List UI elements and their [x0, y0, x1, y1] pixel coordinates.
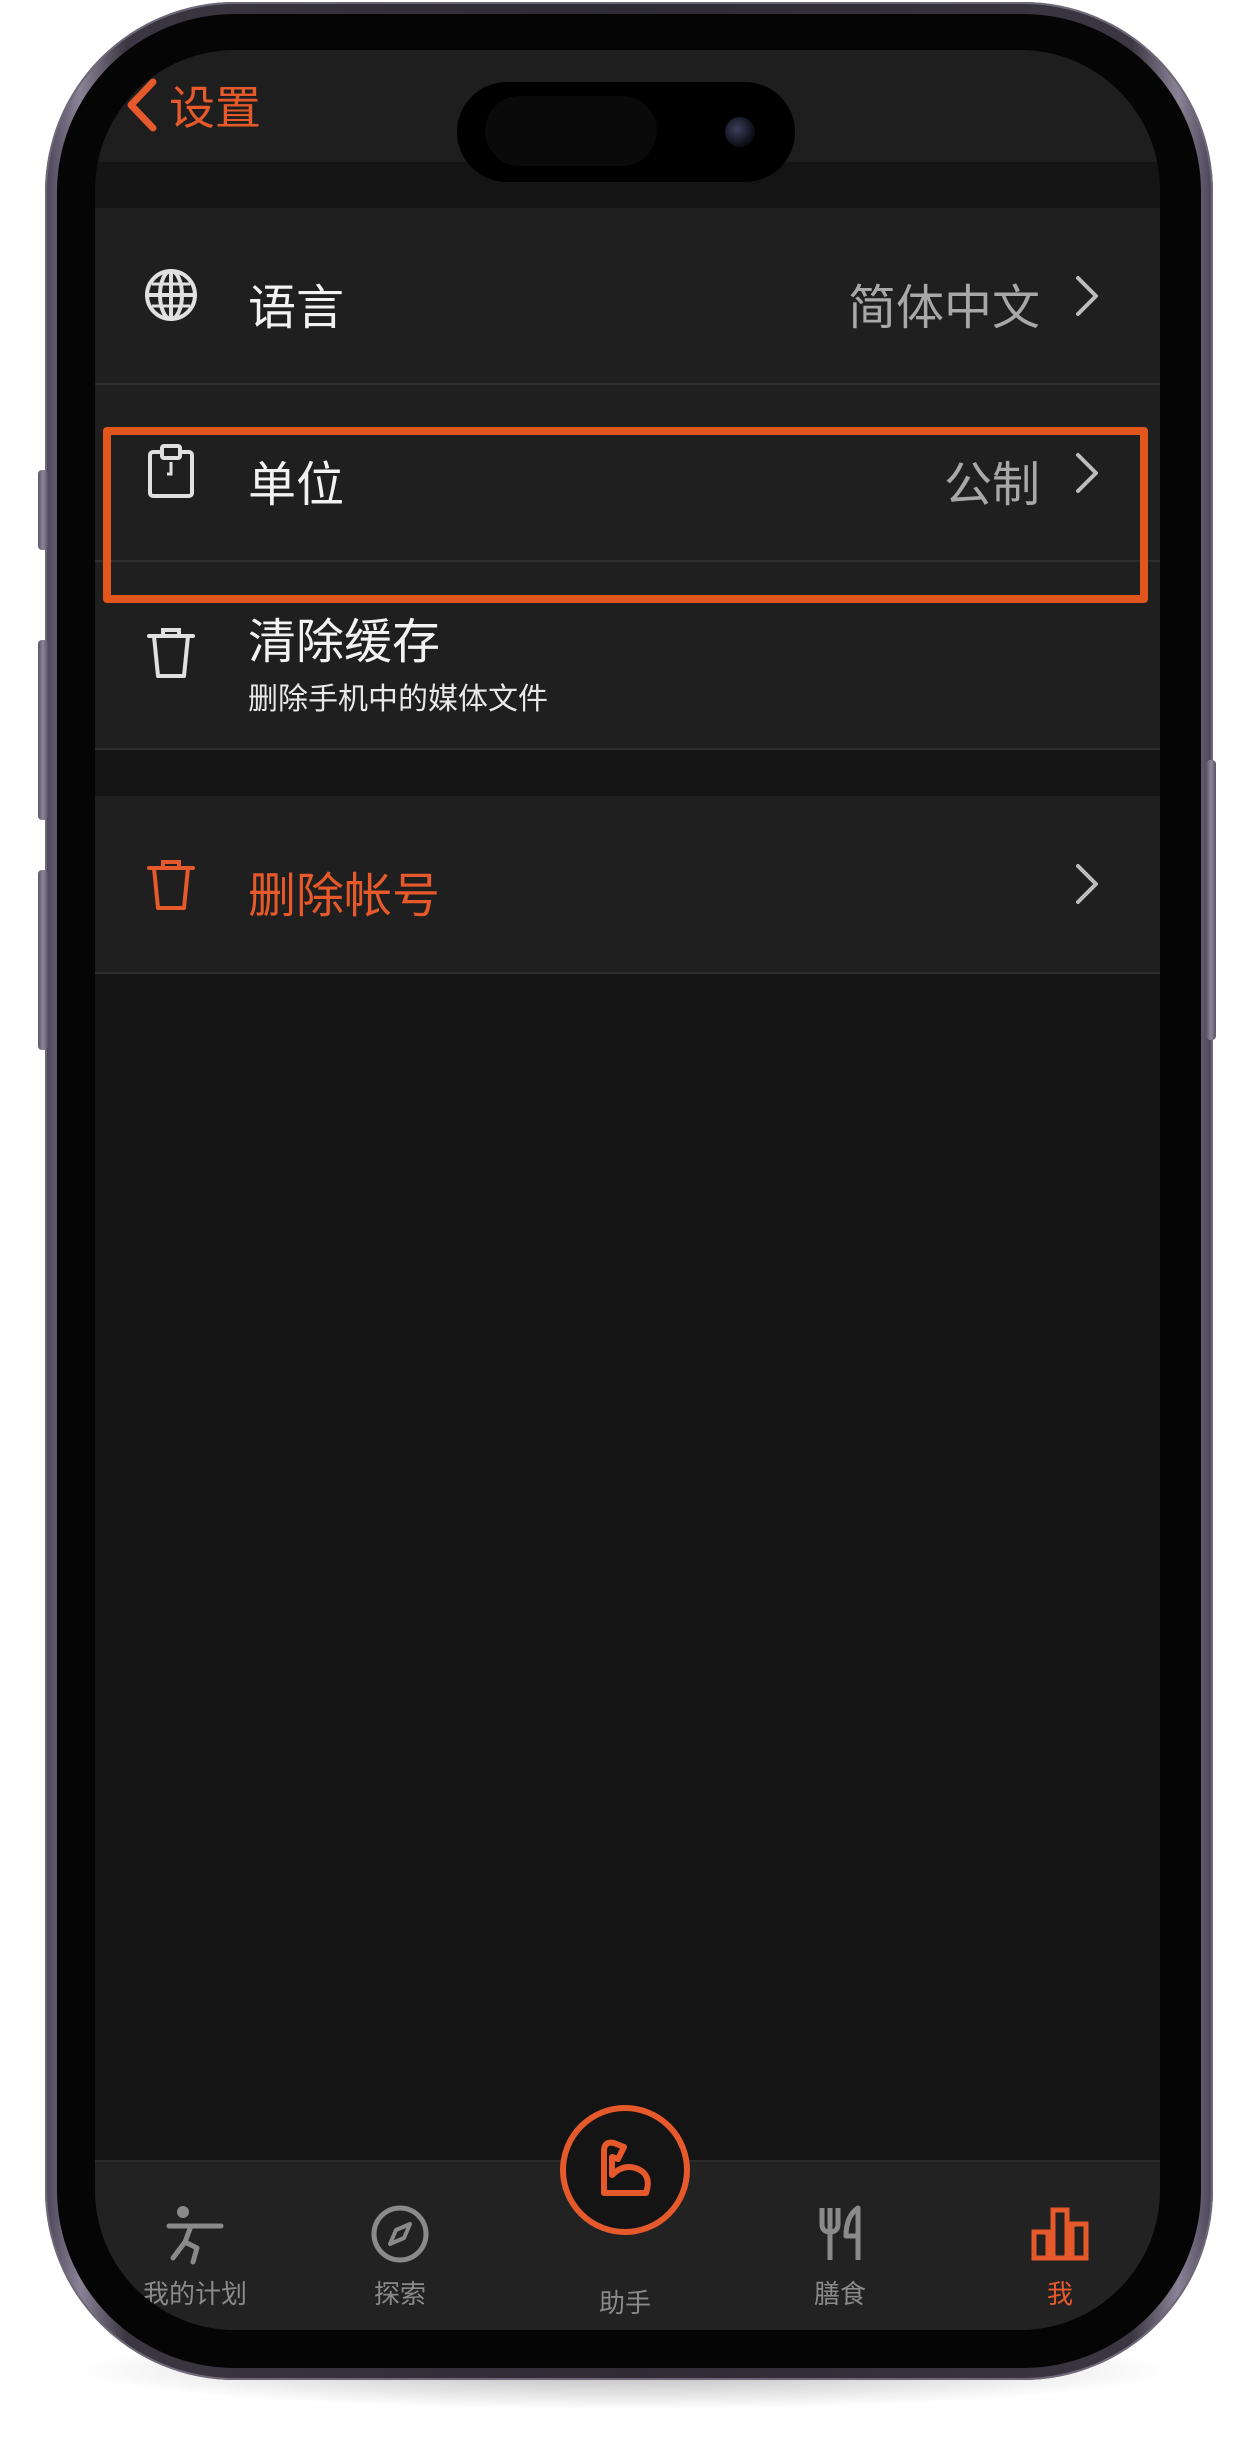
tab-explore-label: 探索: [373, 2280, 426, 2310]
tab-me-label: 我: [1046, 2280, 1073, 2310]
delete-account-row[interactable]: 删除帐号: [95, 796, 1160, 974]
settings-group-account: 删除帐号: [95, 796, 1160, 974]
chevron-right-icon: [1076, 276, 1098, 316]
volume-up-button: [38, 640, 48, 820]
highlight-box: [103, 427, 1148, 603]
fork-knife-icon: [819, 2205, 861, 2260]
compass-icon: [371, 2205, 429, 2263]
assistant-button[interactable]: [560, 2105, 690, 2235]
dynamic-island: [457, 82, 795, 182]
mute-switch: [38, 470, 48, 550]
power-button: [1206, 760, 1216, 1040]
tab-plan-label: 我的计划: [142, 2280, 247, 2310]
clear-cache-label: 清除缓存: [248, 614, 441, 670]
tab-plan[interactable]: 我的计划: [95, 2162, 295, 2311]
volume-down-button: [38, 870, 48, 1050]
screen: 设置 偏好 语言 简体中文: [95, 50, 1160, 2330]
globe-icon: [145, 269, 197, 321]
tab-assistant-label: 助手: [598, 2289, 651, 2319]
clear-cache-subtitle: 删除手机中的媒体文件: [248, 682, 548, 717]
tab-diet-label: 膳食: [813, 2280, 866, 2310]
trash-icon: [147, 860, 195, 910]
delete-account-label: 删除帐号: [248, 868, 441, 924]
island-sensor: [485, 96, 657, 166]
tab-diet[interactable]: 膳食: [740, 2162, 940, 2311]
bar-chart-icon: [1031, 2207, 1089, 2261]
muscle-arm-icon: [601, 2139, 651, 2196]
tab-explore[interactable]: 探索: [300, 2162, 500, 2311]
tab-me[interactable]: 我: [960, 2162, 1160, 2311]
person-stretch-icon: [166, 2206, 224, 2265]
language-label: 语言: [248, 280, 345, 336]
chevron-right-icon: [1076, 864, 1098, 904]
language-value: 简体中文: [847, 280, 1040, 336]
trash-icon: [147, 628, 195, 678]
camera-lens: [725, 117, 755, 147]
language-row[interactable]: 语言 简体中文: [95, 208, 1160, 385]
